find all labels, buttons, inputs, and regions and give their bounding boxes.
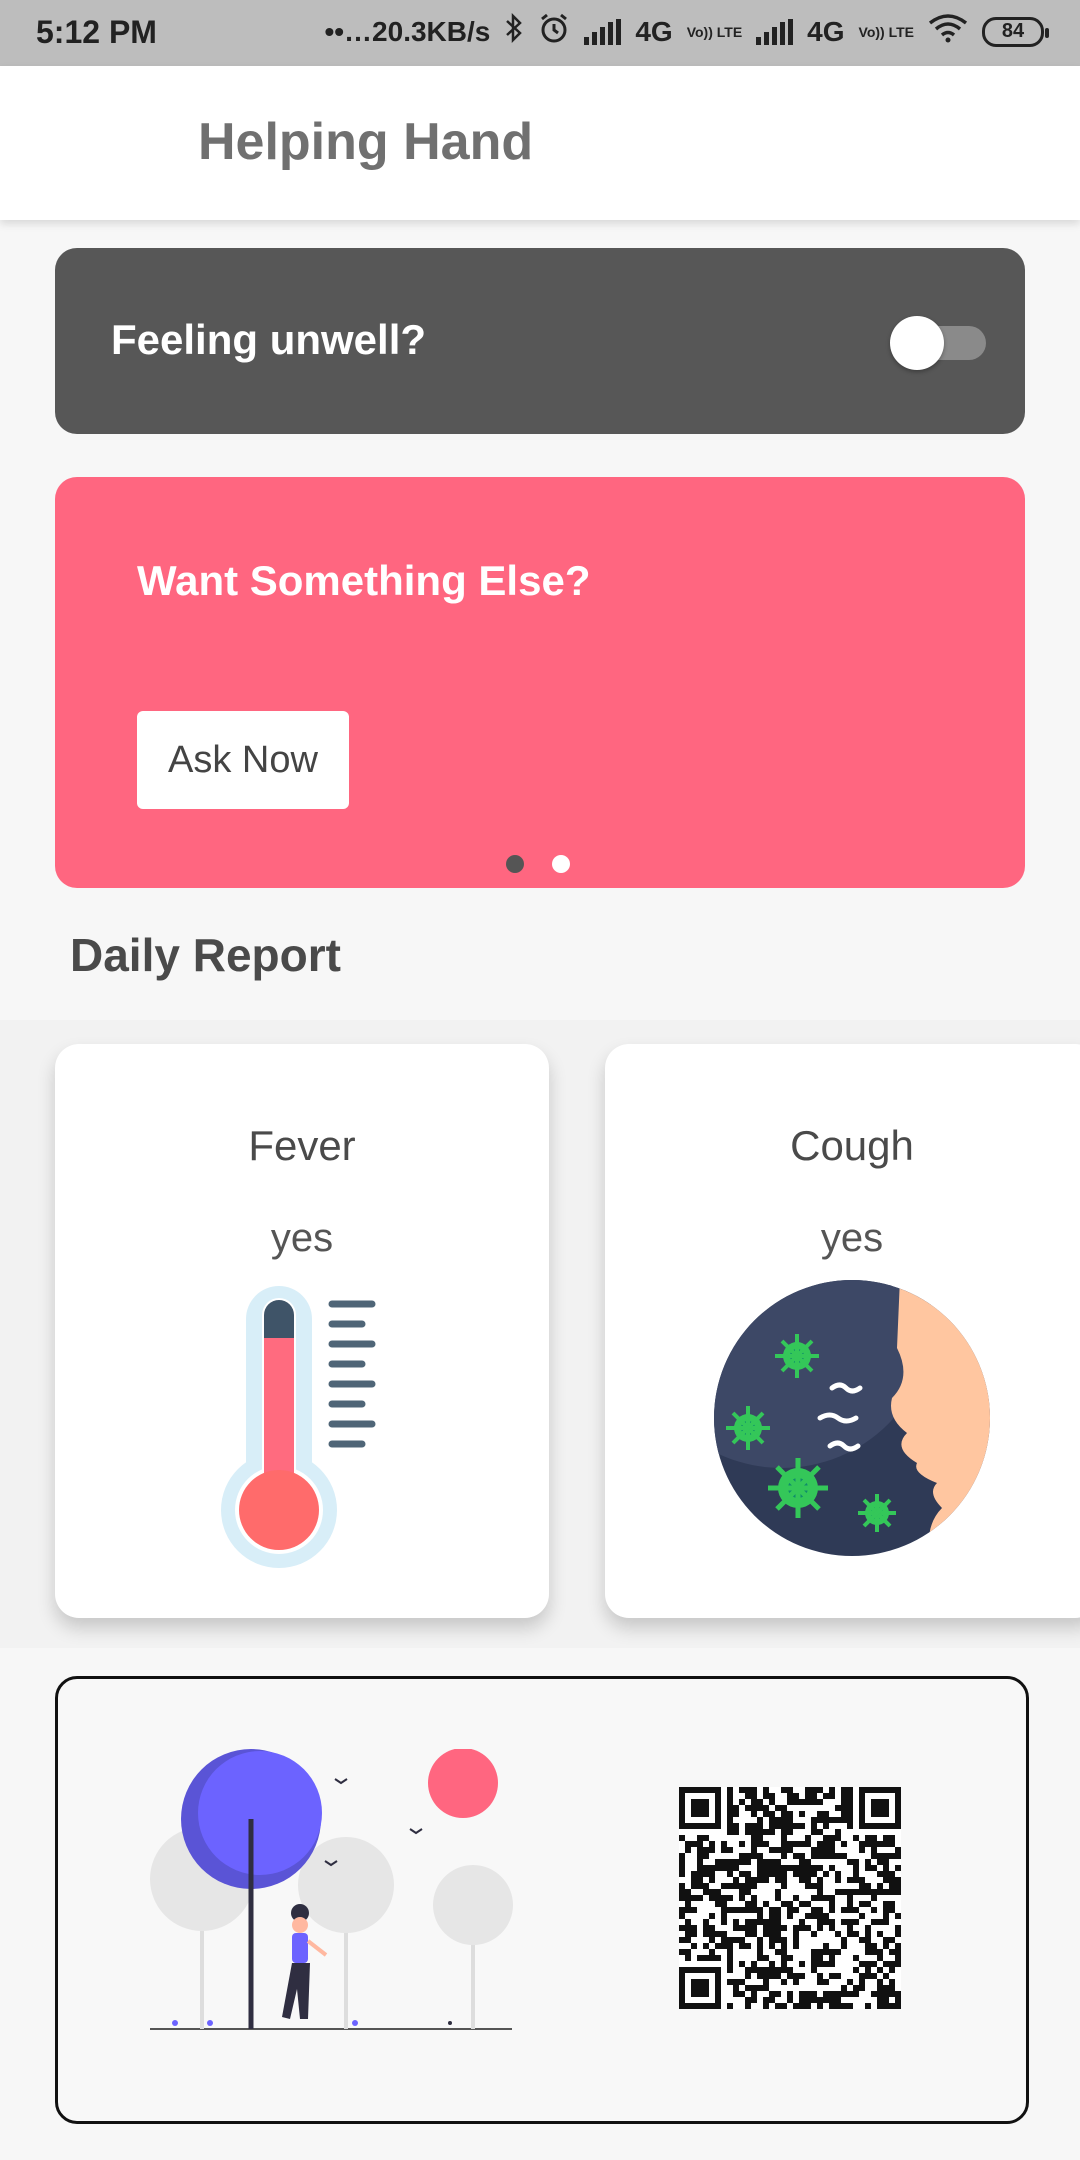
app-bar: Helping Hand: [0, 66, 1080, 220]
card-value: yes: [820, 1216, 884, 1260]
ask-banner-carousel[interactable]: Want Something Else? Ask Now: [55, 477, 1025, 888]
signal-icon: [584, 18, 622, 45]
banner-title: Want Something Else?: [137, 557, 591, 604]
status-bar: 5:12 PM ••…20.3KB/s 4G Vo)) LTE 4G Vo)) …: [0, 0, 1080, 66]
signal-icon-2: [756, 18, 794, 45]
feeling-unwell-card: Feeling unwell?: [55, 248, 1025, 434]
battery-icon: 84: [982, 16, 1049, 47]
battery-level: 84: [1001, 20, 1025, 42]
feeling-unwell-label: Feeling unwell?: [111, 316, 427, 363]
toggle-thumb: [890, 316, 944, 370]
card-value: yes: [270, 1216, 334, 1260]
qr-code-card[interactable]: [55, 1676, 1029, 2124]
network-type-1: 4G: [635, 15, 673, 47]
carousel-indicator: [506, 855, 570, 873]
walking-woman-illustration: [150, 1749, 513, 2030]
ask-now-button[interactable]: Ask Now: [137, 711, 349, 809]
fever-card[interactable]: Fever yes: [55, 1044, 549, 1618]
feeling-unwell-toggle[interactable]: [890, 312, 990, 370]
app-title: Helping Hand: [198, 113, 534, 171]
network-speed: ••…20.3KB/s: [324, 15, 491, 47]
volte-badge-2: Vo)) LTE: [858, 23, 914, 40]
card-title: Fever: [248, 1122, 356, 1169]
daily-report-list[interactable]: Fever yes Cough yes: [0, 1020, 1080, 1648]
thermometer-icon: [221, 1286, 376, 1568]
status-icons: ••…20.3KB/s 4G Vo)) LTE 4G Vo)) LTE 84: [324, 12, 1049, 51]
volte-badge-1: Vo)) LTE: [686, 23, 743, 40]
carousel-dot[interactable]: [506, 855, 524, 873]
cough-icon: [714, 1280, 990, 1556]
wifi-icon: [928, 13, 968, 50]
daily-report-title: Daily Report: [70, 929, 341, 981]
status-time: 5:12 PM: [36, 14, 157, 50]
card-title: Cough: [790, 1122, 914, 1169]
bluetooth-icon: [504, 12, 524, 50]
network-type-2: 4G: [807, 15, 845, 47]
cough-card[interactable]: Cough yes: [605, 1044, 1080, 1618]
qr-code-image[interactable]: [679, 1787, 901, 2009]
carousel-dot[interactable]: [552, 855, 570, 873]
alarm-icon: [538, 12, 570, 51]
